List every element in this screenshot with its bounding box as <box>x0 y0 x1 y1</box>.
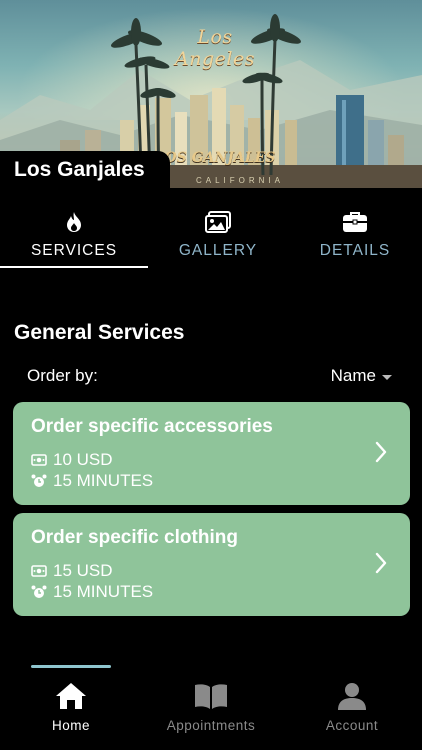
tab-details[interactable]: DETAILS <box>288 205 422 269</box>
caret-down-icon <box>382 374 392 380</box>
tab-details-label: DETAILS <box>319 242 391 259</box>
service-name: Order specific clothing <box>31 527 238 548</box>
nav-account[interactable]: Account <box>287 680 417 733</box>
sort-value: Name <box>330 366 376 385</box>
flame-icon <box>66 209 82 235</box>
service-duration: 15 MINUTES <box>31 471 153 491</box>
nav-home-label: Home <box>51 718 90 733</box>
active-nav-indicator <box>31 665 111 668</box>
active-tab-indicator <box>0 266 148 268</box>
chevron-right-icon <box>375 552 387 574</box>
service-price: 10 USD <box>31 450 113 470</box>
user-icon <box>337 680 367 712</box>
alarm-clock-icon <box>31 585 47 598</box>
tab-gallery-label: GALLERY <box>178 242 258 259</box>
tab-services-label: SERVICES <box>30 242 118 259</box>
hero-caption-text: CALIFORNIA <box>195 176 284 185</box>
service-price-text: 15 USD <box>53 561 113 580</box>
money-icon <box>31 454 47 466</box>
bottom-navigation: Home Appointments Account <box>0 665 422 750</box>
image-gallery-icon <box>205 209 231 235</box>
service-duration: 15 MINUTES <box>31 582 153 602</box>
service-name: Order specific accessories <box>31 416 273 437</box>
service-card[interactable]: Order specific clothing 15 USD 15 MINUTE… <box>13 513 410 616</box>
briefcase-icon <box>342 209 368 235</box>
store-name: Los Ganjales <box>14 158 145 181</box>
store-name-header: Los Ganjales <box>0 151 170 189</box>
hero-title-text: Los Angeles <box>175 26 255 70</box>
service-price: 15 USD <box>31 561 113 581</box>
nav-appointments-label: Appointments <box>166 718 256 733</box>
tab-services[interactable]: SERVICES <box>0 205 148 269</box>
nav-appointments[interactable]: Appointments <box>146 680 276 733</box>
nav-account-label: Account <box>325 718 379 733</box>
sort-dropdown[interactable]: Name <box>331 366 392 386</box>
alarm-clock-icon <box>31 474 47 487</box>
book-icon <box>194 680 228 712</box>
section-title: General Services <box>14 321 185 344</box>
order-by-label: Order by: <box>27 366 98 385</box>
nav-home[interactable]: Home <box>6 680 136 733</box>
service-price-text: 10 USD <box>53 450 113 469</box>
tab-gallery[interactable]: GALLERY <box>148 205 288 269</box>
service-duration-text: 15 MINUTES <box>53 471 154 490</box>
money-icon <box>31 565 47 577</box>
tab-bar: SERVICES GALLERY DETAILS <box>0 205 422 269</box>
service-card[interactable]: Order specific accessories 10 USD 15 MIN… <box>13 402 410 505</box>
service-duration-text: 15 MINUTES <box>53 582 154 601</box>
home-icon <box>54 680 88 712</box>
chevron-right-icon <box>375 441 387 463</box>
